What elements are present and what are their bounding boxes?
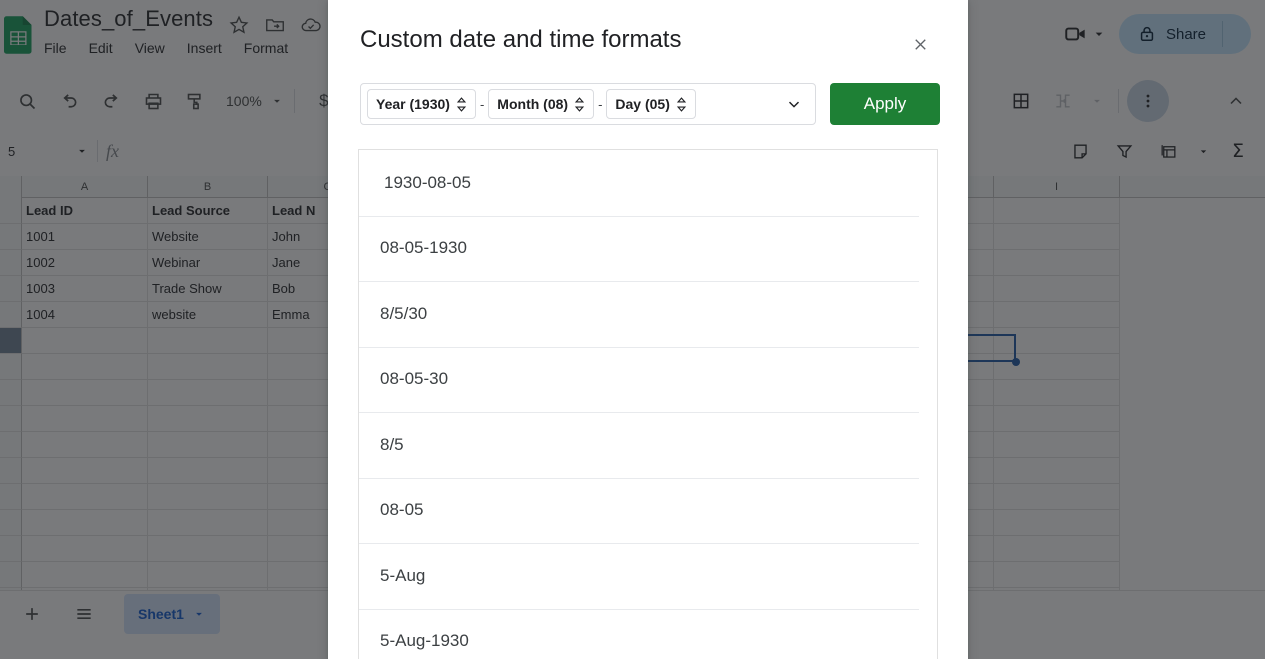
apply-button[interactable]: Apply	[830, 83, 940, 125]
format-pattern-field[interactable]: Year (1930) - Month (08) - Day (05)	[360, 83, 816, 125]
pattern-separator-1[interactable]: -	[478, 97, 486, 112]
list-item[interactable]: 8/5	[359, 412, 937, 478]
list-item[interactable]: 1930-08-05	[359, 150, 937, 216]
pattern-chip-year[interactable]: Year (1930)	[367, 89, 476, 119]
spinner-updown-icon[interactable]	[456, 96, 467, 113]
custom-date-time-formats-dialog: Custom date and time formats Year (1930)…	[328, 0, 968, 659]
pattern-separator-2[interactable]: -	[596, 97, 604, 112]
list-item[interactable]: 5-Aug	[359, 543, 937, 609]
dialog-title: Custom date and time formats	[360, 26, 682, 53]
dialog-header: Custom date and time formats	[328, 0, 968, 80]
close-dialog-button[interactable]	[898, 22, 942, 66]
close-icon	[914, 38, 926, 50]
list-item[interactable]: 8/5/30	[359, 281, 937, 347]
spinner-updown-icon[interactable]	[676, 96, 687, 113]
pattern-chip-month[interactable]: Month (08)	[488, 89, 595, 119]
list-item[interactable]: 08-05	[359, 477, 937, 544]
pattern-chip-day[interactable]: Day (05)	[606, 89, 696, 119]
chevron-down-icon	[788, 101, 800, 108]
pattern-chip-year-label: Year (1930)	[376, 96, 450, 112]
format-options-list[interactable]: 1930-08-05 08-05-1930 8/5/30 08-05-30 8/…	[358, 149, 938, 659]
spinner-updown-icon[interactable]	[574, 96, 585, 113]
pattern-dropdown-button[interactable]	[779, 89, 809, 119]
list-item[interactable]: 5-Aug-1930	[359, 608, 937, 659]
pattern-chip-month-label: Month (08)	[497, 96, 569, 112]
format-pattern-editor-row: Year (1930) - Month (08) - Day (05) Appl…	[360, 82, 940, 126]
list-item[interactable]: 08-05-30	[359, 346, 937, 413]
pattern-chip-day-label: Day (05)	[615, 96, 670, 112]
list-item[interactable]: 08-05-1930	[359, 215, 937, 282]
